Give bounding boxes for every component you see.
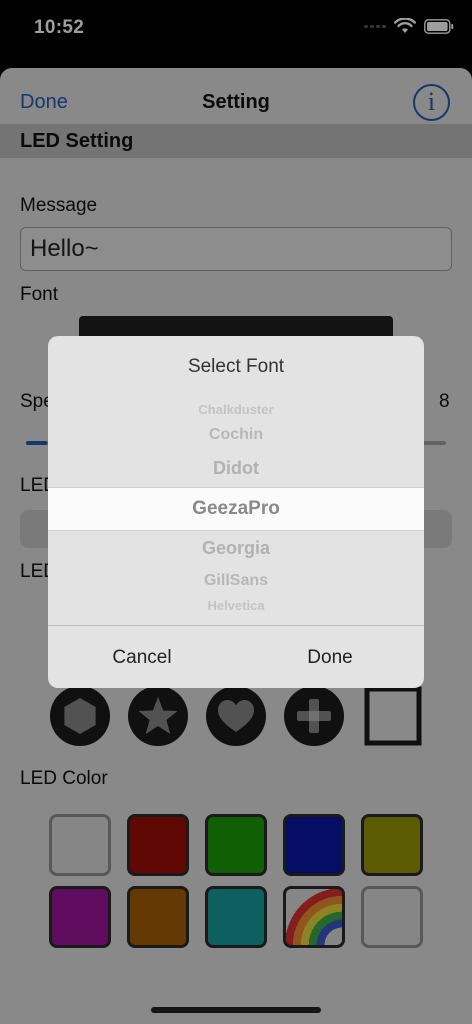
dialog-divider: [48, 625, 424, 626]
done-button[interactable]: Done: [236, 647, 424, 669]
picker-option[interactable]: Georgia: [48, 538, 424, 559]
picker-option[interactable]: Helvetica: [48, 598, 424, 613]
font-picker[interactable]: Chalkduster Cochin Didot GeezaPro Georgi…: [48, 396, 424, 626]
picker-option[interactable]: Didot: [48, 458, 424, 479]
picker-option-selected[interactable]: GeezaPro: [48, 498, 424, 520]
picker-option[interactable]: Chalkduster: [48, 402, 424, 417]
select-font-dialog: Select Font Chalkduster Cochin Didot Gee…: [48, 336, 424, 688]
picker-option[interactable]: GillSans: [48, 572, 424, 590]
picker-option[interactable]: Cochin: [48, 426, 424, 444]
cancel-button[interactable]: Cancel: [48, 647, 236, 669]
dialog-title: Select Font: [187, 356, 285, 377]
